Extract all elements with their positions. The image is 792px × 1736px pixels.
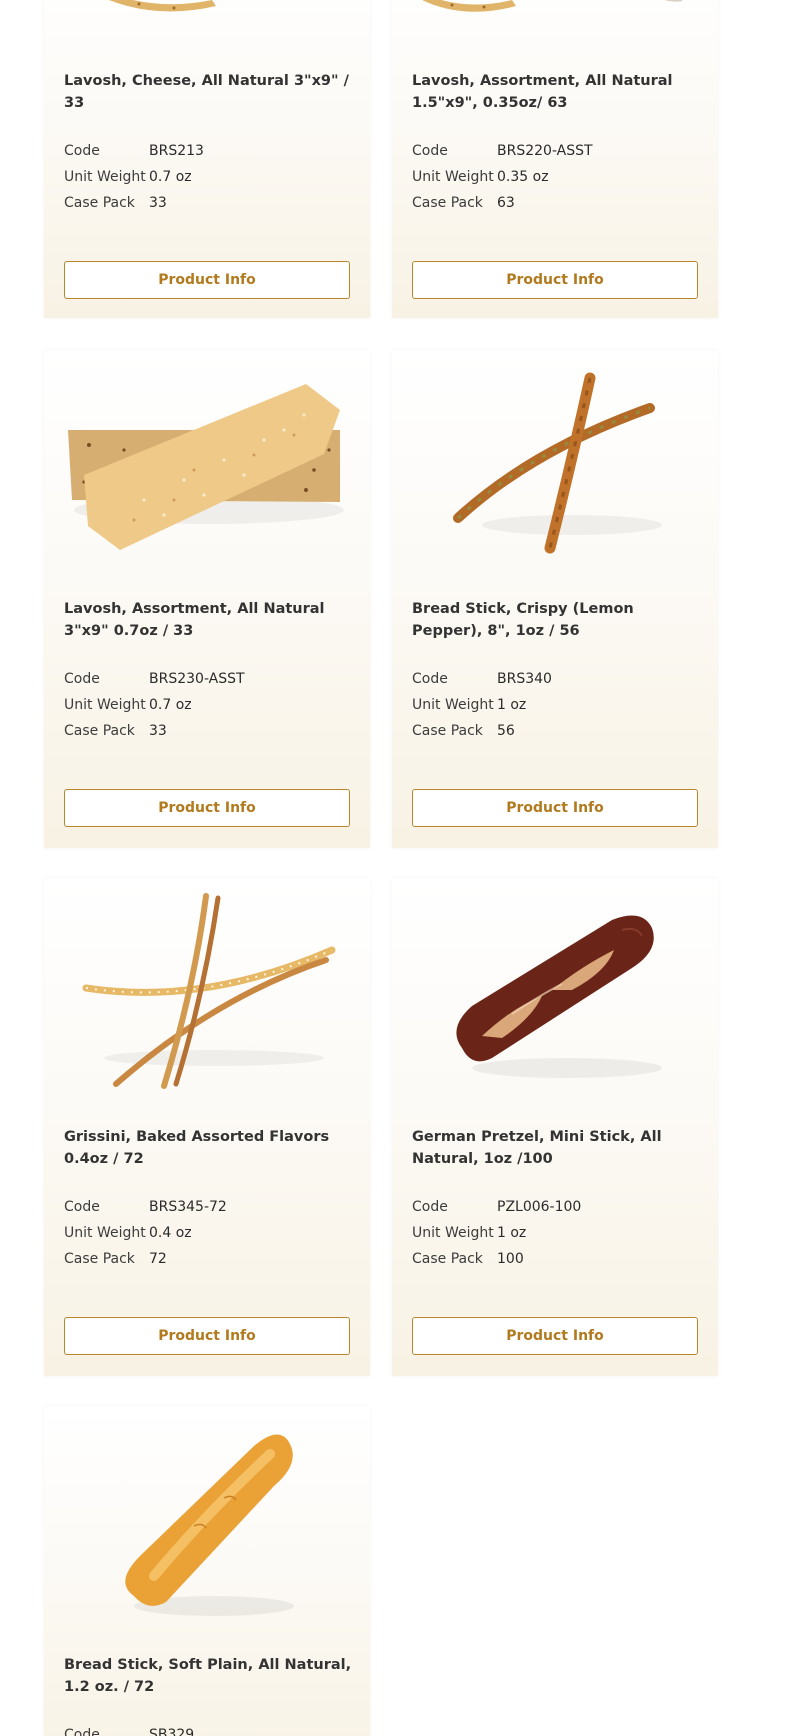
spec-row-unit-weight: Unit Weight 0.7 oz [64,164,352,190]
spec-value: PZL006-100 [497,1199,582,1215]
spec-row-code: Code SB329 [64,1722,352,1736]
spec-value: 63 [497,195,515,211]
spec-row-code: Code BRS213 [64,138,352,164]
product-title: Bread Stick, Crispy (Lemon Pepper), 8", … [412,601,634,639]
spec-row-code: Code BRS220-ASST [412,138,700,164]
twisted-breadstick-image [392,350,718,580]
spec-label: Unit Weight [64,1225,146,1241]
spec-row-case-pack: Case Pack 72 [64,1246,352,1272]
product-info-button[interactable]: Product Info [412,1317,698,1355]
product-title: Lavosh, Cheese, All Natural 3"x9" / 33 [64,73,349,111]
spec-row-unit-weight: Unit Weight 0.4 oz [64,1220,352,1246]
spec-value: 100 [497,1251,524,1267]
spec-row-unit-weight: Unit Weight 0.7 oz [64,692,352,718]
spec-value: SB329 [149,1727,195,1736]
spec-label: Code [64,143,100,159]
spec-value: 72 [149,1251,167,1267]
product-info-button[interactable]: Product Info [412,261,698,299]
product-info-button[interactable]: Product Info [64,1317,350,1355]
product-info-button[interactable]: Product Info [64,261,350,299]
spec-row-code: Code PZL006-100 [412,1194,700,1220]
product-info-button[interactable]: Product Info [64,789,350,827]
product-card: Lavosh, Cheese, All Natural 3"x9" / 33 C… [44,0,370,318]
spec-label: Case Pack [64,723,135,739]
spec-value: 33 [149,195,167,211]
spec-label: Unit Weight [64,697,146,713]
product-specs: Code BRS230-ASST Unit Weight 0.7 oz Case… [64,666,352,744]
spec-value: 0.7 oz [149,697,192,713]
spec-label: Code [412,1199,448,1215]
product-card: Lavosh, Assortment, All Natural 1.5"x9",… [392,0,718,318]
spec-value: 56 [497,723,515,739]
spec-row-case-pack: Case Pack 100 [412,1246,700,1272]
spec-row-unit-weight: Unit Weight 1 oz [412,692,700,718]
spec-row-code: Code BRS345-72 [64,1194,352,1220]
spec-label: Case Pack [64,1251,135,1267]
product-specs: Code BRS345-72 Unit Weight 0.4 oz Case P… [64,1194,352,1272]
spec-row-unit-weight: Unit Weight 1 oz [412,1220,700,1246]
product-title: Lavosh, Assortment, All Natural 3"x9" 0.… [64,601,325,639]
spec-label: Case Pack [412,195,483,211]
spec-label: Code [64,1727,100,1736]
spec-label: Unit Weight [412,169,494,185]
spec-row-code: Code BRS230-ASST [64,666,352,692]
spec-row-unit-weight: Unit Weight 0.35 oz [412,164,700,190]
spec-label: Code [412,671,448,687]
product-title: Bread Stick, Soft Plain, All Natural, 1.… [64,1657,352,1695]
spec-label: Code [64,1199,100,1215]
product-specs: Code BRS340 Unit Weight 1 oz Case Pack 5… [412,666,700,744]
product-card: Bread Stick, Crispy (Lemon Pepper), 8", … [392,350,718,848]
lavosh-cracker-image [44,350,370,580]
grissini-image [44,878,370,1108]
spec-value: 1 oz [497,1225,527,1241]
spec-row-case-pack: Case Pack 33 [64,718,352,744]
product-card: German Pretzel, Mini Stick, All Natural,… [392,878,718,1376]
spec-label: Unit Weight [412,697,494,713]
spec-label: Unit Weight [64,169,146,185]
spec-value: 1 oz [497,697,527,713]
spec-value: BRS345-72 [149,1199,227,1215]
spec-label: Case Pack [64,195,135,211]
product-title: Grissini, Baked Assorted Flavors 0.4oz /… [64,1129,330,1167]
pretzel-stick-image [392,878,718,1108]
spec-value: 0.4 oz [149,1225,192,1241]
soft-breadstick-image [44,1406,370,1636]
spec-label: Code [412,143,448,159]
product-info-button[interactable]: Product Info [412,789,698,827]
product-specs: Code SB329 [64,1722,352,1736]
product-specs: Code BRS220-ASST Unit Weight 0.35 oz Cas… [412,138,700,216]
spec-value: BRS230-ASST [149,671,245,687]
spec-row-code: Code BRS340 [412,666,700,692]
spec-label: Case Pack [412,1251,483,1267]
spec-value: 0.35 oz [497,169,549,185]
product-title: Lavosh, Assortment, All Natural 1.5"x9",… [412,73,673,111]
spec-value: 33 [149,723,167,739]
spec-label: Unit Weight [412,1225,494,1241]
product-card: Grissini, Baked Assorted Flavors 0.4oz /… [44,878,370,1376]
product-specs: Code PZL006-100 Unit Weight 1 oz Case Pa… [412,1194,700,1272]
spec-value: 0.7 oz [149,169,192,185]
spec-label: Case Pack [412,723,483,739]
spec-row-case-pack: Case Pack 56 [412,718,700,744]
product-card: Bread Stick, Soft Plain, All Natural, 1.… [44,1406,370,1736]
spec-row-case-pack: Case Pack 33 [64,190,352,216]
spec-row-case-pack: Case Pack 63 [412,190,700,216]
spec-value: BRS340 [497,671,552,687]
spec-value: BRS213 [149,143,204,159]
product-specs: Code BRS213 Unit Weight 0.7 oz Case Pack… [64,138,352,216]
spec-label: Code [64,671,100,687]
spec-value: BRS220-ASST [497,143,593,159]
product-card: Lavosh, Assortment, All Natural 3"x9" 0.… [44,350,370,848]
product-title: German Pretzel, Mini Stick, All Natural,… [412,1129,662,1167]
